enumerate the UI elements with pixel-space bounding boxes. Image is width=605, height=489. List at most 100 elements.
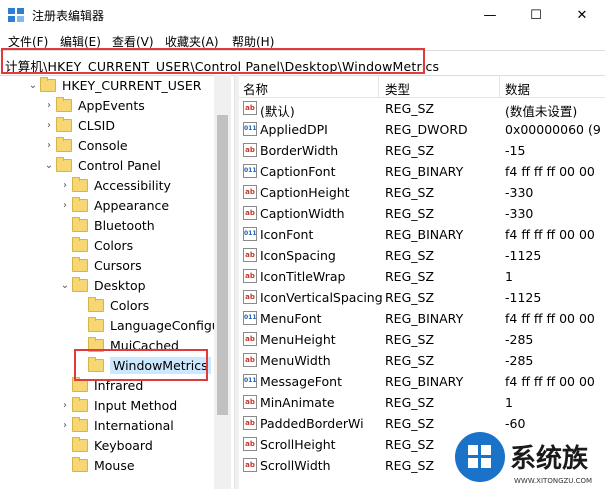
value-row[interactable]: ab IconSpacing REG_SZ -1125	[239, 245, 605, 266]
watermark-brand: 系统族	[510, 443, 589, 474]
value-row[interactable]: ab CaptionWidth REG_SZ -330	[239, 203, 605, 224]
folder-icon	[72, 176, 88, 192]
value-name: AppliedDPI	[260, 122, 328, 137]
tree-item[interactable]: ⌄ HKEY_CURRENT_USER	[26, 75, 201, 95]
string-value-icon: ab	[243, 416, 257, 430]
folder-icon	[72, 276, 88, 292]
tree-item[interactable]: › CLSID	[42, 115, 115, 135]
string-value-icon: ab	[243, 353, 257, 367]
string-value-icon: ab	[243, 185, 257, 199]
value-data: -285	[505, 353, 534, 368]
tree-scrollbar-thumb[interactable]	[217, 115, 228, 415]
value-row[interactable]: ab BorderWidth REG_SZ -15	[239, 140, 605, 161]
value-name: CaptionHeight	[260, 185, 350, 200]
close-button[interactable]: ✕	[559, 0, 605, 30]
string-value-icon: ab	[243, 248, 257, 262]
folder-icon	[72, 456, 88, 472]
maximize-button[interactable]: ☐	[513, 0, 559, 30]
chevron-right-icon[interactable]: ›	[42, 100, 56, 111]
tree-item[interactable]: › Console	[42, 135, 128, 155]
tree-scrollbar[interactable]	[214, 75, 231, 489]
tree-item[interactable]: ⌄ Desktop	[58, 275, 146, 295]
value-type: REG_SZ	[385, 395, 435, 410]
value-row[interactable]: 011 AppliedDPI REG_DWORD 0x00000060 (9	[239, 119, 605, 140]
tree-item[interactable]: › International	[58, 415, 174, 435]
value-data: f4 ff ff ff 00 00	[505, 311, 595, 326]
address-highlight-box	[1, 48, 425, 74]
value-row[interactable]: ab CaptionHeight REG_SZ -330	[239, 182, 605, 203]
menu-bar: 文件(F) 编辑(E) 查看(V) 收藏夹(A) 帮助(H)	[0, 30, 605, 50]
value-name: ScrollWidth	[260, 458, 331, 473]
chevron-down-icon[interactable]: ⌄	[26, 80, 40, 91]
chevron-down-icon[interactable]: ⌄	[42, 160, 56, 171]
tree-item[interactable]: LanguageConfigur	[74, 315, 225, 335]
tree-item[interactable]: Colors	[58, 235, 133, 255]
value-name: IconSpacing	[260, 248, 336, 263]
column-data-header[interactable]: 数据	[505, 79, 530, 98]
tree-item-label: HKEY_CURRENT_USER	[62, 77, 202, 93]
tree-item[interactable]: › Input Method	[58, 395, 177, 415]
tree-item-label: Appearance	[94, 197, 170, 213]
tree-item[interactable]: Keyboard	[58, 435, 153, 455]
tree-item-label: Bluetooth	[94, 217, 155, 233]
folder-icon	[72, 256, 88, 272]
value-type: REG_SZ	[385, 101, 435, 116]
value-row[interactable]: 011 CaptionFont REG_BINARY f4 ff ff ff 00 0…	[239, 161, 605, 182]
chevron-right-icon[interactable]: ›	[58, 180, 72, 191]
tree-item[interactable]: Mouse	[58, 455, 135, 475]
tree-item-label: Colors	[110, 297, 150, 313]
tree-item-label: Console	[78, 137, 128, 153]
tree-item-label: CLSID	[78, 117, 115, 133]
chevron-right-icon[interactable]: ›	[58, 420, 72, 431]
chevron-right-icon[interactable]: ›	[42, 120, 56, 131]
value-row[interactable]: ab IconTitleWrap REG_SZ 1	[239, 266, 605, 287]
value-data: 1	[505, 269, 513, 284]
chevron-right-icon[interactable]: ›	[58, 200, 72, 211]
value-name: MenuWidth	[260, 353, 331, 368]
value-row[interactable]: 011 IconFont REG_BINARY f4 ff ff ff 00 00	[239, 224, 605, 245]
tree-item[interactable]: ⌄ Control Panel	[42, 155, 161, 175]
tree-item-label: International	[94, 417, 174, 433]
tree-item[interactable]: Bluetooth	[58, 215, 155, 235]
value-type: REG_BINARY	[385, 311, 464, 326]
folder-icon	[72, 436, 88, 452]
tree-item[interactable]: › Accessibility	[58, 175, 171, 195]
value-name: BorderWidth	[260, 143, 339, 158]
value-type: REG_BINARY	[385, 164, 464, 179]
tree-item-label: AppEvents	[78, 97, 145, 113]
value-name: (默认)	[260, 104, 295, 119]
chevron-down-icon[interactable]: ⌄	[58, 280, 72, 291]
minimize-button[interactable]: —	[467, 0, 513, 30]
tree-item[interactable]: Colors	[74, 295, 149, 315]
string-value-icon: ab	[243, 269, 257, 283]
folder-icon	[56, 156, 72, 172]
value-type: REG_DWORD	[385, 122, 468, 137]
value-row[interactable]: ab IconVerticalSpacing REG_SZ -1125	[239, 287, 605, 308]
value-data: -330	[505, 206, 534, 221]
key-tree: ⌄ HKEY_CURRENT_USER › AppEvents › CLSID › Conso…	[0, 75, 232, 489]
folder-icon	[40, 76, 56, 92]
value-row[interactable]: 011 MenuFont REG_BINARY f4 ff ff ff 00 00	[239, 308, 605, 329]
value-row[interactable]: ab MenuWidth REG_SZ -285	[239, 350, 605, 371]
tree-item-label: Accessibility	[94, 177, 171, 193]
value-data: f4 ff ff ff 00 00	[505, 227, 595, 242]
value-row[interactable]: ab (默认) REG_SZ (数值未设置)	[239, 98, 605, 119]
value-row[interactable]: 011 MessageFont REG_BINARY f4 ff ff ff 00 0…	[239, 371, 605, 392]
column-type-header[interactable]: 类型	[385, 79, 410, 98]
tree-item[interactable]: Cursors	[58, 255, 142, 275]
column-name-header[interactable]: 名称	[243, 79, 268, 98]
tree-item[interactable]: › AppEvents	[42, 95, 145, 115]
binary-value-icon: 011	[243, 122, 257, 136]
value-row[interactable]: ab MinAnimate REG_SZ 1	[239, 392, 605, 413]
tree-item[interactable]: › Appearance	[58, 195, 169, 215]
value-row[interactable]: ab MenuHeight REG_SZ -285	[239, 329, 605, 350]
value-name: IconTitleWrap	[260, 269, 346, 284]
value-name: MessageFont	[260, 374, 343, 389]
value-type: REG_SZ	[385, 185, 435, 200]
folder-icon	[72, 236, 88, 252]
value-data: -330	[505, 185, 534, 200]
chevron-right-icon[interactable]: ›	[58, 400, 72, 411]
chevron-right-icon[interactable]: ›	[42, 140, 56, 151]
value-data: 0x00000060 (9	[505, 122, 601, 137]
tree-item-label: Colors	[94, 237, 134, 253]
